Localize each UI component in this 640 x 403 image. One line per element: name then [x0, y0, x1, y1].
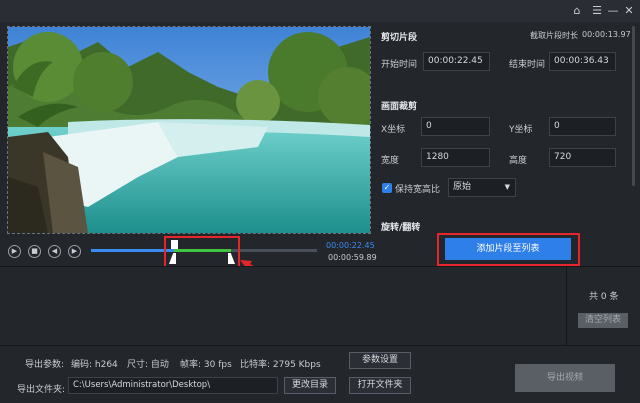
- minimize-icon[interactable]: —: [605, 4, 621, 18]
- home-icon[interactable]: ⌂: [569, 4, 585, 18]
- start-time-input[interactable]: 00:00:22.45: [423, 52, 490, 71]
- video-frame-image: [8, 27, 370, 233]
- clip-section-title: 剪切片段: [381, 33, 418, 43]
- clip-queue-area: [0, 267, 566, 345]
- export-params-label: 导出参数:: [25, 360, 65, 370]
- size-text: 尺寸: 自动: [127, 360, 169, 370]
- y-input[interactable]: 0: [549, 117, 616, 136]
- x-label: X坐标: [381, 125, 406, 135]
- keep-ratio-checkbox[interactable]: ✓: [382, 183, 392, 193]
- ratio-select[interactable]: 原始 ▼: [448, 178, 516, 197]
- queue-side-panel: 共 0 条 清空列表: [566, 267, 640, 345]
- height-label: 高度: [509, 156, 528, 166]
- bitrate-text: 比特率: 2795 Kbps: [240, 360, 321, 370]
- next-frame-icon[interactable]: ▶: [68, 245, 81, 258]
- export-folder-label: 导出文件夹:: [17, 385, 66, 395]
- highlight-box-selection: [164, 236, 240, 270]
- close-icon[interactable]: ✕: [621, 4, 637, 18]
- total-time: 00:00:59.89: [328, 253, 377, 262]
- end-time-label: 结束时间: [509, 60, 546, 70]
- end-time-input[interactable]: 00:00:36.43: [549, 52, 616, 71]
- stop-icon[interactable]: ■: [28, 245, 41, 258]
- title-bar: ⌂ ☰ — ✕: [0, 0, 640, 22]
- keep-ratio-label: 保持宽高比: [395, 185, 441, 195]
- export-folder-input[interactable]: C:\Users\Administrator\Desktop\: [68, 377, 278, 394]
- video-preview: [7, 26, 371, 234]
- crop-section-title: 画面裁剪: [381, 102, 418, 112]
- y-label: Y坐标: [509, 125, 533, 135]
- queue-count: 共 0 条: [589, 292, 619, 302]
- clear-list-button[interactable]: 清空列表: [578, 313, 628, 328]
- clip-duration-label: 截取片段时长: [530, 31, 578, 40]
- rotate-section-title: 旋转/翻转: [381, 223, 421, 233]
- width-label: 宽度: [381, 156, 400, 166]
- panel-scrollbar[interactable]: [632, 26, 635, 186]
- codec-text: 编码: h264: [71, 360, 118, 370]
- start-time-label: 开始时间: [381, 60, 418, 70]
- highlight-box-add: [437, 233, 580, 266]
- clip-duration-value: 00:00:13.97: [582, 30, 631, 39]
- timeline-played: [91, 249, 174, 252]
- export-video-button[interactable]: 导出视频: [515, 364, 615, 392]
- chevron-down-icon: ▼: [504, 183, 510, 191]
- prev-frame-icon[interactable]: ◀: [48, 245, 61, 258]
- params-settings-button[interactable]: 参数设置: [349, 352, 411, 369]
- ratio-select-value: 原始: [453, 182, 472, 192]
- open-folder-button[interactable]: 打开文件夹: [349, 377, 411, 394]
- fps-text: 帧率: 30 fps: [180, 360, 232, 370]
- menu-icon[interactable]: ☰: [589, 4, 605, 18]
- current-time: 00:00:22.45: [326, 241, 375, 250]
- play-icon[interactable]: ▶: [8, 245, 21, 258]
- width-input[interactable]: 1280: [421, 148, 490, 167]
- height-input[interactable]: 720: [549, 148, 616, 167]
- x-input[interactable]: 0: [421, 117, 490, 136]
- change-dir-button[interactable]: 更改目录: [284, 377, 336, 394]
